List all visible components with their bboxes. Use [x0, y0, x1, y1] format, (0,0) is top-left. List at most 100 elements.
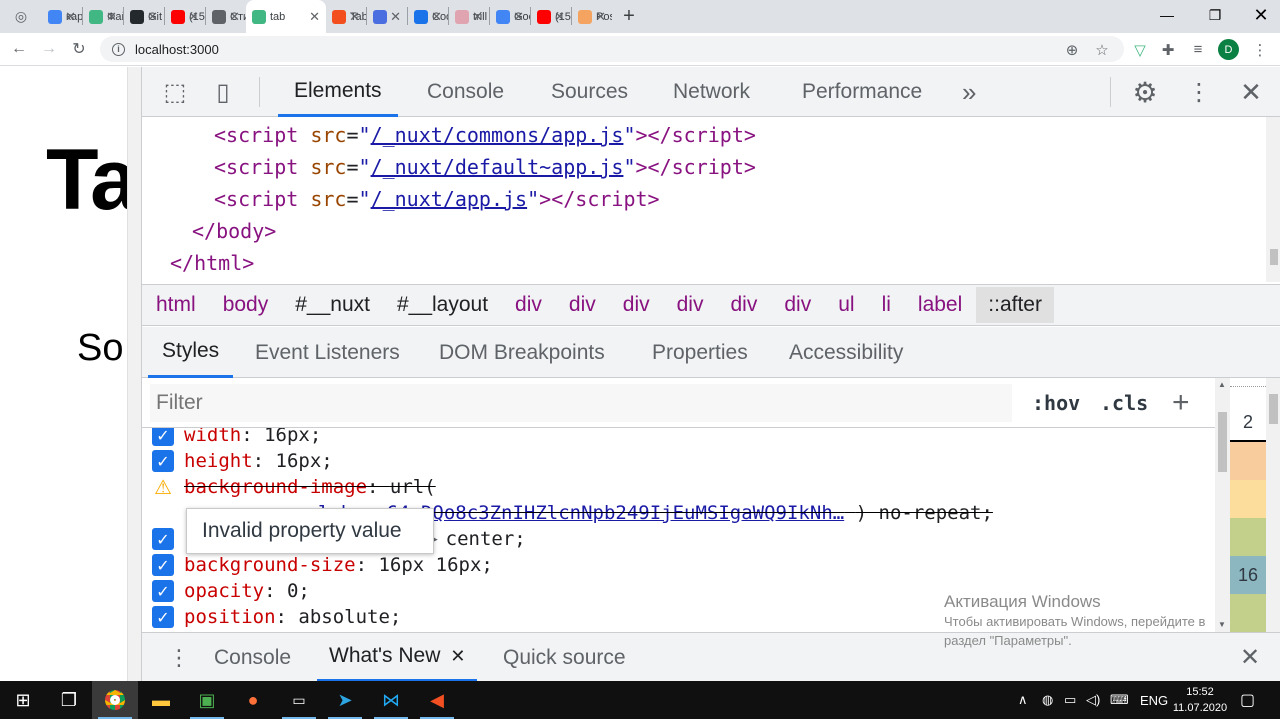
breadcrumb-item[interactable]: li [882, 293, 891, 317]
zoom-icon[interactable]: ⊕ [1058, 33, 1086, 66]
tab-close-icon[interactable]: ✕ [188, 9, 199, 25]
address-bar[interactable]: i localhost:3000 [100, 36, 1124, 62]
keyboard-icon[interactable]: ⌨ [1110, 681, 1129, 719]
prop-checkbox[interactable]: ✓ [152, 580, 174, 602]
breadcrumb-item[interactable]: #__layout [397, 293, 488, 317]
vscode-icon[interactable]: ⋈ [368, 681, 414, 719]
media-app-icon[interactable]: ◀ [414, 681, 460, 719]
close-devtools-icon[interactable]: ✕ [1234, 67, 1268, 117]
tab-close-icon[interactable]: ✕ [309, 9, 320, 25]
browser-tab[interactable]: Git ✕ [124, 0, 164, 33]
breadcrumb-item[interactable]: ::after [976, 287, 1054, 323]
styles-filter-input[interactable] [150, 384, 1012, 422]
forward-arrow-icon[interactable]: → [34, 34, 64, 64]
browser-tab[interactable]: (152✕ [165, 0, 205, 33]
drawer-menu-icon[interactable]: ⋮ [168, 633, 190, 681]
tab-search-icon[interactable]: ◎ [0, 0, 42, 33]
device-toolbar-icon[interactable]: ▯ [206, 67, 240, 117]
prop-checkbox[interactable]: ✓ [152, 554, 174, 576]
tab-close-icon[interactable]: ✕ [431, 9, 442, 25]
tab-performance[interactable]: Performance [802, 67, 922, 117]
breadcrumb-item[interactable]: div [623, 293, 650, 317]
maximize-icon[interactable]: ❐ [1192, 0, 1238, 30]
browser-tab[interactable]: Сти✕ [206, 0, 246, 33]
breadcrumb-item[interactable]: ul [838, 293, 854, 317]
dom-node-script[interactable]: <script src="/_nuxt/commons/app.js"></sc… [142, 119, 1266, 151]
box-model-top-value[interactable]: 2 [1230, 404, 1266, 440]
cls-toggle[interactable]: .cls [1100, 378, 1148, 428]
breadcrumb-item[interactable]: div [730, 293, 757, 317]
dom-tree-scroll-thumb[interactable] [1270, 249, 1278, 265]
firefox-icon[interactable]: ● [230, 681, 276, 719]
tab-close-icon[interactable]: ✕ [513, 9, 524, 25]
dom-node-script[interactable]: <script src="/_nuxt/app.js"></script> [142, 183, 1266, 215]
styles-scroll-thumb[interactable] [1218, 412, 1227, 472]
breadcrumb-item[interactable]: #__nuxt [295, 293, 370, 317]
prop-checkbox[interactable]: ✓ [152, 606, 174, 628]
tab-close-icon[interactable]: ✕ [349, 9, 360, 25]
terminal-icon[interactable]: ▭ [276, 681, 322, 719]
scroll-up-arrow-icon[interactable]: ▲ [1218, 380, 1226, 389]
box-model-scroll-thumb[interactable] [1269, 394, 1278, 424]
volume-icon[interactable]: ◁) [1086, 681, 1100, 719]
hov-toggle[interactable]: :hov [1032, 378, 1080, 428]
browser-tab[interactable]: tab ✕ [246, 0, 326, 33]
browser-tab[interactable]: ✕ [367, 0, 407, 33]
prop-checkbox[interactable]: ✓ [152, 528, 174, 550]
vue-devtools-extension-icon[interactable]: ▽ [1126, 33, 1154, 66]
tab-close-icon[interactable]: ✕ [147, 9, 158, 25]
close-tab-icon[interactable]: ✕ [450, 646, 465, 667]
system-clock[interactable]: 15:52 11.07.2020 [1170, 684, 1230, 716]
subtab-accessibility[interactable]: Accessibility [789, 327, 903, 378]
browser-tab[interactable]: Coo✕ [408, 0, 448, 33]
browser-tab[interactable]: Tab ✕ [326, 0, 366, 33]
windows-start-icon[interactable]: ⊞ [0, 681, 46, 719]
telegram-icon[interactable]: ➤ [322, 681, 368, 719]
script-src-link[interactable]: /_nuxt/commons/app.js [371, 123, 624, 147]
tab-sources[interactable]: Sources [551, 67, 628, 117]
media-queue-icon[interactable]: ≡ [1184, 33, 1212, 66]
page-scrollbar[interactable] [127, 67, 141, 681]
window-close-icon[interactable]: ✕ [1238, 0, 1280, 30]
new-style-rule-icon[interactable]: + [1172, 378, 1190, 428]
subtab-properties[interactable]: Properties [652, 327, 748, 378]
subtab-styles[interactable]: Styles [148, 327, 234, 378]
settings-gear-icon[interactable]: ⚙ [1128, 67, 1162, 117]
tab-close-icon[interactable]: ✕ [472, 9, 483, 25]
battery-icon[interactable]: ▭ [1064, 681, 1076, 719]
tab-close-icon[interactable]: ✕ [390, 9, 401, 25]
file-explorer-icon[interactable]: ▬ [138, 681, 184, 719]
prop-checkbox[interactable]: ✓ [152, 450, 174, 472]
subtab-dom-breakpoints[interactable]: DOM Breakpoints [439, 327, 605, 378]
drawer-tab-quick-source[interactable]: Quick source [503, 633, 626, 681]
minimize-icon[interactable]: — [1144, 0, 1190, 30]
browser-tab[interactable]: кар ✕ [42, 0, 82, 33]
script-src-link[interactable]: /_nuxt/app.js [371, 187, 528, 211]
dom-node-close-body[interactable]: </body> [142, 215, 1266, 247]
subtab-event-listeners[interactable]: Event Listeners [255, 327, 400, 378]
bookmark-star-icon[interactable]: ☆ [1088, 33, 1116, 66]
input-language[interactable]: ENG [1140, 681, 1168, 719]
profile-avatar[interactable]: D [1218, 39, 1239, 60]
script-src-link[interactable]: /_nuxt/default~app.js [371, 155, 624, 179]
network-icon[interactable]: ◍ [1042, 681, 1053, 719]
reload-icon[interactable]: ↻ [64, 34, 94, 64]
dom-node-close-html[interactable]: </html> [142, 247, 1266, 279]
extensions-puzzle-icon[interactable]: ✚ [1154, 33, 1182, 66]
dom-node-script[interactable]: <script src="/_nuxt/default~app.js"></sc… [142, 151, 1266, 183]
breadcrumb-item[interactable]: body [223, 293, 269, 317]
breadcrumb-item[interactable]: div [784, 293, 811, 317]
browser-tab[interactable]: (15:✕ [531, 0, 571, 33]
tab-close-icon[interactable]: ✕ [554, 9, 565, 25]
browser-tab[interactable]: trill ✕ [449, 0, 489, 33]
tab-network[interactable]: Network [673, 67, 750, 117]
browser-tab[interactable]: Pos✕ [572, 0, 612, 33]
browser-tab[interactable]: Goo✕ [490, 0, 530, 33]
chrome-taskbar-icon[interactable] [92, 681, 138, 719]
tab-elements[interactable]: Elements [278, 67, 398, 117]
breadcrumb-item[interactable]: div [569, 293, 596, 317]
prop-checkbox[interactable]: ✓ [152, 428, 174, 446]
site-info-icon[interactable]: i [112, 42, 125, 56]
customize-menu-icon[interactable]: ⋮ [1182, 67, 1216, 117]
app-icon[interactable]: ▣ [184, 681, 230, 719]
